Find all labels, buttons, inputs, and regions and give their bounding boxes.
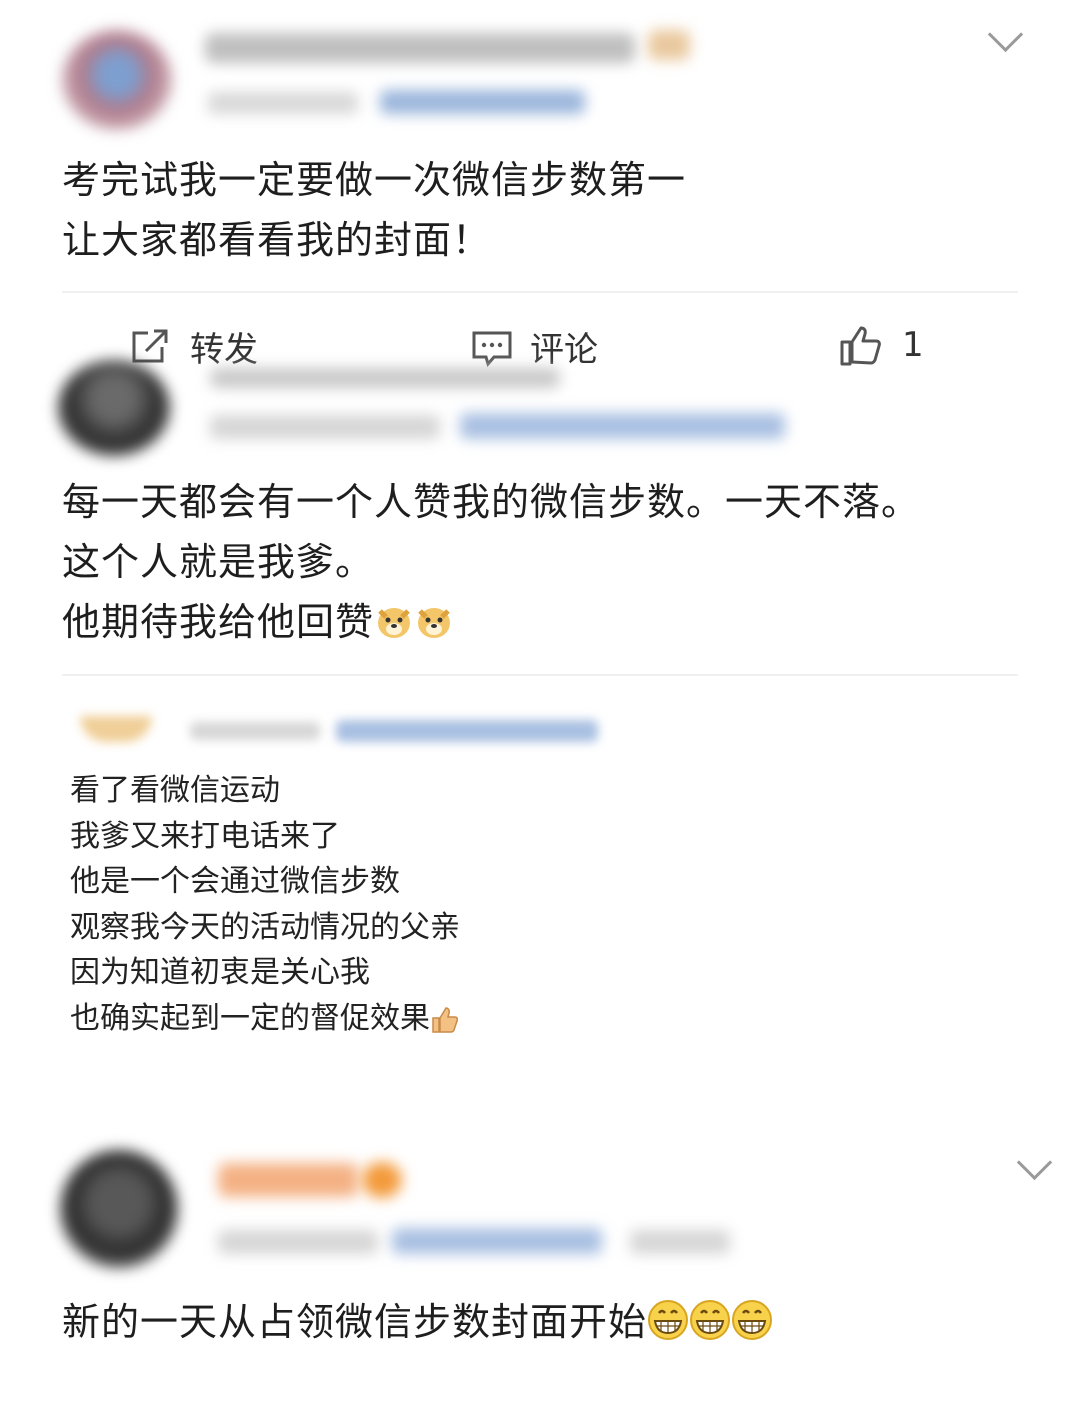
post-source-blurred [460, 413, 785, 439]
grin-emoji [732, 1300, 773, 1340]
avatar[interactable] [62, 30, 172, 130]
post-line: 这个人就是我爹。 [62, 540, 375, 584]
post-text: 考完试我一定要做一次微信步数第一 让大家都看看我的封面！ [62, 150, 686, 270]
like-count: 1 [902, 325, 924, 365]
post-meta-blurred [218, 1230, 378, 1254]
post-line: 因为知道初衷是关心我 [70, 955, 370, 990]
username-blurred[interactable] [210, 368, 560, 388]
repost-label: 转发 [190, 330, 258, 370]
username-blurred[interactable] [218, 1163, 358, 1197]
post-line-text: 他期待我给他回赞 [62, 600, 375, 644]
post-line: 他期待我给他回赞 [62, 592, 920, 652]
divider [62, 291, 1018, 293]
username-blurred[interactable] [205, 33, 635, 63]
post-text: 每一天都会有一个人赞我的微信步数。一天不落。 这个人就是我爹。 他期待我给他回赞 [62, 472, 920, 652]
comment-icon [472, 331, 512, 367]
doge-emoji [418, 608, 451, 638]
post-line: 他是一个会通过微信步数 [70, 864, 400, 899]
like-button[interactable]: 1 [838, 322, 924, 368]
post-line-text: 也确实起到一定的督促效果 [70, 1000, 430, 1036]
share-icon [132, 329, 168, 362]
avatar[interactable] [80, 716, 152, 742]
grin-emoji [648, 1300, 689, 1340]
post-line-text: 新的一天从占领微信步数封面开始 [62, 1300, 648, 1344]
chevron-down-icon[interactable] [987, 16, 1024, 53]
post-line: 考完试我一定要做一次微信步数第一 [62, 158, 687, 202]
post-line: 每一天都会有一个人赞我的微信步数。一天不落。 [62, 480, 921, 524]
post-source-blurred [380, 90, 585, 114]
post-meta-blurred [208, 92, 358, 114]
post-extra-blurred [630, 1230, 730, 1254]
avatar[interactable] [58, 360, 170, 456]
divider [62, 674, 1018, 676]
repost-button[interactable]: 转发 [128, 322, 258, 370]
comment-button[interactable]: 评论 [470, 322, 598, 370]
post-line: 让大家都看看我的封面！ [62, 218, 492, 262]
post-line: 新的一天从占领微信步数封面开始 [62, 1292, 773, 1352]
post-source-blurred [392, 1228, 602, 1254]
post-source-blurred [336, 720, 598, 742]
post-meta-blurred [190, 722, 320, 740]
chevron-down-icon[interactable] [1016, 1144, 1053, 1181]
doge-emoji [378, 608, 411, 638]
action-bar: 转发 评论 1 [0, 312, 1080, 370]
post-line: 看了看微信运动 [70, 773, 280, 808]
post-line: 也确实起到一定的督促效果 [70, 996, 460, 1042]
grin-emoji [690, 1300, 731, 1340]
post-meta-blurred [210, 415, 440, 439]
post-text: 看了看微信运动 我爹又来打电话来了 他是一个会通过微信步数 观察我今天的活动情况… [70, 768, 460, 1041]
comment-label: 评论 [530, 330, 598, 370]
user-badge-blurred [362, 1162, 402, 1198]
thumbs-up-icon [840, 326, 881, 366]
post-text: 新的一天从占领微信步数封面开始 [62, 1292, 773, 1352]
avatar[interactable] [60, 1150, 178, 1268]
thumbs-up-emoji [432, 1006, 458, 1033]
post-line: 我爹又来打电话来了 [70, 818, 340, 854]
user-badge-blurred [648, 30, 690, 60]
post-line: 观察我今天的活动情况的父亲 [70, 909, 460, 945]
